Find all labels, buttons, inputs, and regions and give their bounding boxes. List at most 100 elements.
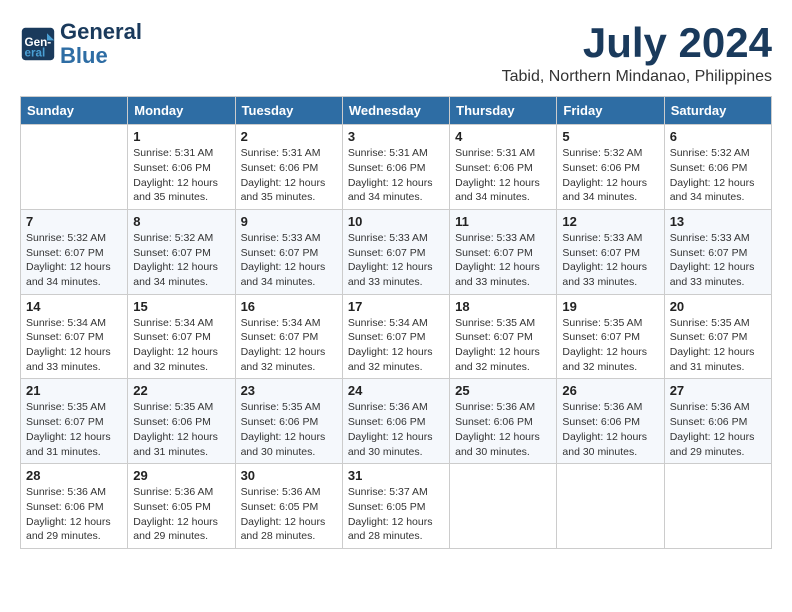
calendar-cell: 26Sunrise: 5:36 AMSunset: 6:06 PMDayligh…: [557, 379, 664, 464]
calendar-cell: 13 Sunrise: 5:33 AMSunset: 6:07 PMDayligh…: [664, 209, 771, 294]
day-info: Sunrise: 5:36 AMSunset: 6:05 PMDaylight:…: [241, 485, 337, 544]
calendar-table: SundayMondayTuesdayWednesdayThursdayFrid…: [20, 96, 772, 549]
calendar-cell: 2Sunrise: 5:31 AMSunset: 6:06 PMDaylight…: [235, 125, 342, 210]
day-info: Sunrise: 5:35 AMSunset: 6:06 PMDaylight:…: [133, 400, 229, 459]
day-number: 6: [670, 129, 766, 144]
day-number: 21: [26, 383, 122, 398]
calendar-cell: 11 Sunrise: 5:33 AMSunset: 6:07 PMDayligh…: [450, 209, 557, 294]
day-number: 7: [26, 214, 122, 229]
calendar-week-2: 7 Sunrise: 5:32 AMSunset: 6:07 PMDaylight…: [21, 209, 772, 294]
logo: Gen- eral General Blue: [20, 20, 142, 68]
day-number: 17: [348, 299, 444, 314]
day-number: 18: [455, 299, 551, 314]
day-number: 13: [670, 214, 766, 229]
day-info: Sunrise: 5:33 AMSunset: 6:07 PMDaylight:…: [241, 231, 337, 290]
day-number: 22: [133, 383, 229, 398]
day-info: Sunrise: 5:34 AMSunset: 6:07 PMDaylight:…: [241, 316, 337, 375]
day-number: 30: [241, 468, 337, 483]
calendar-cell: 14Sunrise: 5:34 AMSunset: 6:07 PMDayligh…: [21, 294, 128, 379]
calendar-cell: [557, 464, 664, 549]
day-info: Sunrise: 5:35 AMSunset: 6:07 PMDaylight:…: [562, 316, 658, 375]
day-info: Sunrise: 5:33 AMSunset: 6:07 PMDaylight:…: [348, 231, 444, 290]
day-info: Sunrise: 5:35 AMSunset: 6:07 PMDaylight:…: [26, 400, 122, 459]
header-day-wednesday: Wednesday: [342, 97, 449, 125]
day-number: 16: [241, 299, 337, 314]
day-number: 15: [133, 299, 229, 314]
calendar-cell: 7 Sunrise: 5:32 AMSunset: 6:07 PMDaylight…: [21, 209, 128, 294]
calendar-cell: 30 Sunrise: 5:36 AMSunset: 6:05 PMDayligh…: [235, 464, 342, 549]
header-day-friday: Friday: [557, 97, 664, 125]
day-info: Sunrise: 5:36 AMSunset: 6:06 PMDaylight:…: [562, 400, 658, 459]
calendar-cell: [664, 464, 771, 549]
day-info: Sunrise: 5:34 AMSunset: 6:07 PMDaylight:…: [133, 316, 229, 375]
calendar-cell: [21, 125, 128, 210]
day-number: 28: [26, 468, 122, 483]
calendar-week-3: 14Sunrise: 5:34 AMSunset: 6:07 PMDayligh…: [21, 294, 772, 379]
calendar-cell: 9 Sunrise: 5:33 AMSunset: 6:07 PMDaylight…: [235, 209, 342, 294]
day-number: 1: [133, 129, 229, 144]
day-info: Sunrise: 5:35 AMSunset: 6:07 PMDaylight:…: [670, 316, 766, 375]
calendar-cell: 25 Sunrise: 5:36 AMSunset: 6:06 PMDayligh…: [450, 379, 557, 464]
day-number: 12: [562, 214, 658, 229]
day-info: Sunrise: 5:36 AMSunset: 6:06 PMDaylight:…: [26, 485, 122, 544]
header-day-saturday: Saturday: [664, 97, 771, 125]
day-info: Sunrise: 5:33 AMSunset: 6:07 PMDaylight:…: [670, 231, 766, 290]
day-number: 20: [670, 299, 766, 314]
calendar-cell: 4 Sunrise: 5:31 AMSunset: 6:06 PMDaylight…: [450, 125, 557, 210]
calendar-cell: 12 Sunrise: 5:33 AMSunset: 6:07 PMDayligh…: [557, 209, 664, 294]
header-day-tuesday: Tuesday: [235, 97, 342, 125]
day-number: 25: [455, 383, 551, 398]
day-info: Sunrise: 5:32 AMSunset: 6:06 PMDaylight:…: [562, 146, 658, 205]
day-number: 23: [241, 383, 337, 398]
header-day-monday: Monday: [128, 97, 235, 125]
calendar-cell: 5 Sunrise: 5:32 AMSunset: 6:06 PMDaylight…: [557, 125, 664, 210]
calendar-week-5: 28 Sunrise: 5:36 AMSunset: 6:06 PMDayligh…: [21, 464, 772, 549]
day-info: Sunrise: 5:35 AMSunset: 6:07 PMDaylight:…: [455, 316, 551, 375]
day-info: Sunrise: 5:37 AMSunset: 6:05 PMDaylight:…: [348, 485, 444, 544]
day-info: Sunrise: 5:33 AMSunset: 6:07 PMDaylight:…: [455, 231, 551, 290]
day-info: Sunrise: 5:36 AMSunset: 6:06 PMDaylight:…: [455, 400, 551, 459]
calendar-cell: 27 Sunrise: 5:36 AMSunset: 6:06 PMDayligh…: [664, 379, 771, 464]
calendar-cell: 31 Sunrise: 5:37 AMSunset: 6:05 PMDayligh…: [342, 464, 449, 549]
month-title: July 2024: [502, 20, 772, 66]
day-info: Sunrise: 5:33 AMSunset: 6:07 PMDaylight:…: [562, 231, 658, 290]
day-number: 5: [562, 129, 658, 144]
calendar-cell: 23Sunrise: 5:35 AMSunset: 6:06 PMDayligh…: [235, 379, 342, 464]
day-number: 3: [348, 129, 444, 144]
location-title: Tabid, Northern Mindanao, Philippines: [502, 68, 772, 86]
calendar-cell: 6Sunrise: 5:32 AMSunset: 6:06 PMDaylight…: [664, 125, 771, 210]
calendar-cell: 1 Sunrise: 5:31 AMSunset: 6:06 PMDaylight…: [128, 125, 235, 210]
logo-icon: Gen- eral: [20, 26, 56, 62]
svg-text:eral: eral: [25, 47, 46, 60]
day-number: 31: [348, 468, 444, 483]
calendar-cell: 22 Sunrise: 5:35 AMSunset: 6:06 PMDayligh…: [128, 379, 235, 464]
calendar-week-4: 21 Sunrise: 5:35 AMSunset: 6:07 PMDayligh…: [21, 379, 772, 464]
calendar-cell: [450, 464, 557, 549]
day-number: 4: [455, 129, 551, 144]
calendar-cell: 15 Sunrise: 5:34 AMSunset: 6:07 PMDayligh…: [128, 294, 235, 379]
day-info: Sunrise: 5:32 AMSunset: 6:07 PMDaylight:…: [26, 231, 122, 290]
day-info: Sunrise: 5:31 AMSunset: 6:06 PMDaylight:…: [455, 146, 551, 205]
calendar-cell: 3Sunrise: 5:31 AMSunset: 6:06 PMDaylight…: [342, 125, 449, 210]
calendar-cell: 20 Sunrise: 5:35 AMSunset: 6:07 PMDayligh…: [664, 294, 771, 379]
calendar-cell: 18 Sunrise: 5:35 AMSunset: 6:07 PMDayligh…: [450, 294, 557, 379]
calendar-cell: 28 Sunrise: 5:36 AMSunset: 6:06 PMDayligh…: [21, 464, 128, 549]
calendar-cell: 10Sunrise: 5:33 AMSunset: 6:07 PMDayligh…: [342, 209, 449, 294]
day-info: Sunrise: 5:36 AMSunset: 6:06 PMDaylight:…: [348, 400, 444, 459]
calendar-cell: 19Sunrise: 5:35 AMSunset: 6:07 PMDayligh…: [557, 294, 664, 379]
calendar-cell: 29Sunrise: 5:36 AMSunset: 6:05 PMDayligh…: [128, 464, 235, 549]
header-day-thursday: Thursday: [450, 97, 557, 125]
day-number: 27: [670, 383, 766, 398]
calendar-cell: 21 Sunrise: 5:35 AMSunset: 6:07 PMDayligh…: [21, 379, 128, 464]
header-day-sunday: Sunday: [21, 97, 128, 125]
calendar-week-1: 1 Sunrise: 5:31 AMSunset: 6:06 PMDaylight…: [21, 125, 772, 210]
calendar-cell: 17Sunrise: 5:34 AMSunset: 6:07 PMDayligh…: [342, 294, 449, 379]
day-info: Sunrise: 5:36 AMSunset: 6:05 PMDaylight:…: [133, 485, 229, 544]
day-info: Sunrise: 5:31 AMSunset: 6:06 PMDaylight:…: [241, 146, 337, 205]
day-number: 11: [455, 214, 551, 229]
day-info: Sunrise: 5:32 AMSunset: 6:07 PMDaylight:…: [133, 231, 229, 290]
day-number: 9: [241, 214, 337, 229]
title-section: July 2024 Tabid, Northern Mindanao, Phil…: [502, 20, 772, 86]
day-info: Sunrise: 5:31 AMSunset: 6:06 PMDaylight:…: [133, 146, 229, 205]
day-info: Sunrise: 5:36 AMSunset: 6:06 PMDaylight:…: [670, 400, 766, 459]
